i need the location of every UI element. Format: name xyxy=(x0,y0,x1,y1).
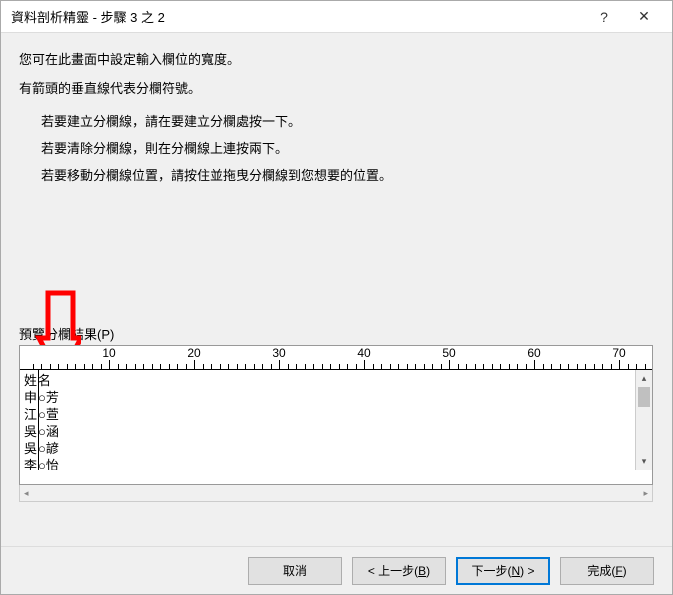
finish-button[interactable]: 完成(F) xyxy=(560,557,654,585)
instruction-clear: 若要清除分欄線，則在分欄線上連按兩下。 xyxy=(41,138,654,157)
table-row: 李○怡 xyxy=(24,457,652,470)
ruler-tick-label: 20 xyxy=(187,346,200,360)
table-row: 申○芳 xyxy=(24,389,652,406)
ruler-tick-label: 30 xyxy=(272,346,285,360)
dialog-title: 資料剖析精靈 - 步驟 3 之 2 xyxy=(11,7,584,26)
table-row: 姓名 xyxy=(24,372,652,389)
ruler-tick-label: 10 xyxy=(102,346,115,360)
preview-label: 預覽分欄結果(P) xyxy=(19,324,654,343)
table-row: 吳○諺 xyxy=(24,440,652,457)
column-break-line[interactable] xyxy=(38,370,39,470)
preview-box[interactable]: 10 20 30 40 50 60 70 姓名申○芳江○萱吳○涵吳○諺李○怡 ▴ ▾ xyxy=(19,345,653,485)
scroll-up-icon[interactable]: ▴ xyxy=(636,370,652,387)
scroll-left-icon[interactable]: ◂ xyxy=(24,488,29,499)
instruction-move: 若要移動分欄線位置，請按住並拖曳分欄線到您想要的位置。 xyxy=(41,165,654,184)
dialog-content: 您可在此畫面中設定輸入欄位的寬度。 有箭頭的垂直線代表分欄符號。 若要建立分欄線… xyxy=(1,33,672,546)
instruction-create: 若要建立分欄線，請在要建立分欄處按一下。 xyxy=(41,111,654,130)
cancel-button[interactable]: 取消 xyxy=(248,557,342,585)
close-button[interactable]: ✕ xyxy=(624,3,664,31)
titlebar: 資料剖析精靈 - 步驟 3 之 2 ? ✕ xyxy=(1,1,672,33)
vertical-scrollbar[interactable]: ▴ ▾ xyxy=(635,370,652,470)
scroll-thumb[interactable] xyxy=(638,387,650,407)
ruler-tick-label: 50 xyxy=(442,346,455,360)
data-preview-area[interactable]: 姓名申○芳江○萱吳○涵吳○諺李○怡 xyxy=(20,370,652,470)
horizontal-scrollbar[interactable]: ◂ ▸ xyxy=(19,485,653,502)
button-row: 取消 < 上一步(B) 下一步(N) > 完成(F) xyxy=(1,546,672,594)
table-row: 江○萱 xyxy=(24,406,652,423)
ruler-tick-label: 70 xyxy=(612,346,625,360)
ruler[interactable]: 10 20 30 40 50 60 70 xyxy=(20,346,652,370)
intro-text-2: 有箭頭的垂直線代表分欄符號。 xyxy=(19,78,654,97)
ruler-tick-label: 60 xyxy=(527,346,540,360)
table-row: 吳○涵 xyxy=(24,423,652,440)
next-button[interactable]: 下一步(N) > xyxy=(456,557,550,585)
scroll-down-icon[interactable]: ▾ xyxy=(636,453,652,470)
scroll-right-icon[interactable]: ▸ xyxy=(643,488,648,499)
ruler-tick-label: 40 xyxy=(357,346,370,360)
wizard-dialog: 資料剖析精靈 - 步驟 3 之 2 ? ✕ 您可在此畫面中設定輸入欄位的寬度。 … xyxy=(0,0,673,595)
help-button[interactable]: ? xyxy=(584,3,624,31)
intro-text-1: 您可在此畫面中設定輸入欄位的寬度。 xyxy=(19,49,654,68)
back-button[interactable]: < 上一步(B) xyxy=(352,557,446,585)
